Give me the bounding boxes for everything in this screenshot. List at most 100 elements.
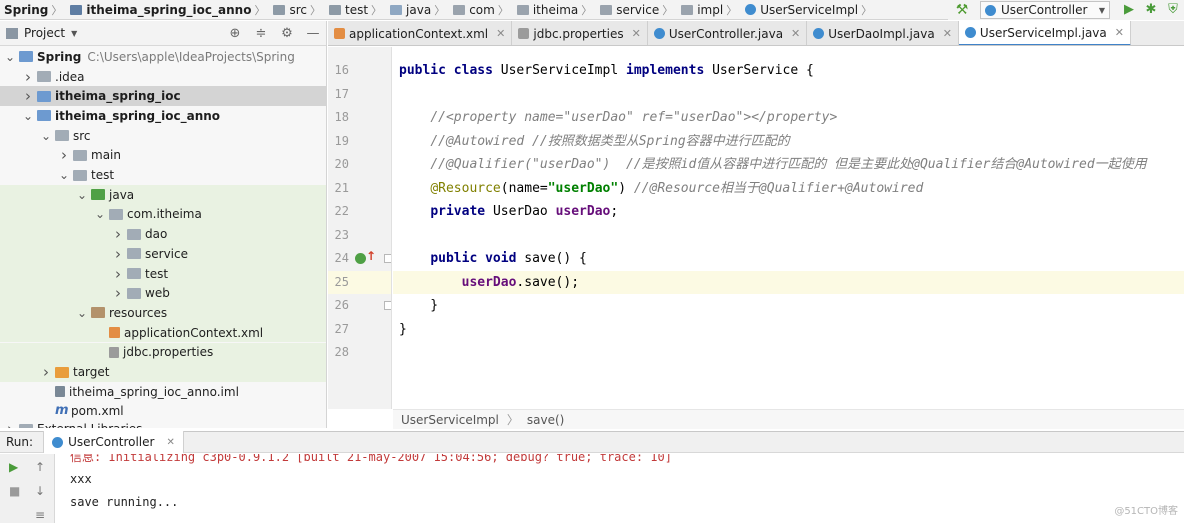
fold-icon[interactable]	[384, 301, 391, 310]
console-output[interactable]: 信息: Initializing c3p0-0.9.1.2 [built 21-…	[56, 454, 1184, 523]
code-line: userDao.save();	[393, 270, 1184, 294]
breadcrumb-item[interactable]: Spring 〉	[0, 0, 66, 19]
tree-item[interactable]: › dao	[0, 224, 326, 244]
editor-tab[interactable]: UserController.java ✕	[647, 21, 808, 45]
code-token: ;	[610, 204, 619, 219]
close-icon[interactable]: ✕	[943, 27, 952, 40]
breadcrumb-item[interactable]: src 〉	[269, 0, 325, 19]
run-configuration-dropdown[interactable]: UserController ▼	[980, 1, 1110, 19]
breadcrumb-item[interactable]: UserServiceImpl 〉	[741, 0, 876, 19]
close-icon[interactable]: ✕	[166, 437, 174, 448]
coverage-icon[interactable]: ⛨	[1162, 0, 1184, 20]
chevron-down-icon[interactable]: ⌄	[76, 307, 88, 319]
tree-item-label: pom.xml	[71, 404, 124, 419]
tree-item[interactable]: ⌄ com.itheima	[0, 204, 326, 225]
tree-item[interactable]: › itheima_spring_ioc	[0, 86, 326, 107]
fold-icon[interactable]	[384, 254, 391, 263]
editor-tab[interactable]: jdbc.properties ✕	[512, 21, 648, 45]
breadcrumb-item[interactable]: test 〉	[325, 0, 386, 19]
hide-panel-icon[interactable]: —	[300, 26, 326, 41]
breadcrumb-item[interactable]: service 〉	[596, 0, 677, 19]
tree-item[interactable]: › External Libraries	[0, 419, 326, 428]
chevron-down-icon[interactable]: ⌄	[94, 208, 106, 220]
breadcrumb-item[interactable]: itheima 〉	[513, 0, 596, 19]
build-hammer-icon[interactable]: ⚒	[954, 2, 970, 18]
stop-icon[interactable]: ■	[9, 484, 20, 498]
editor-tab[interactable]: UserDaoImpl.java ✕	[807, 21, 959, 45]
chevron-right-icon[interactable]: ›	[112, 265, 124, 283]
editor-breadcrumb: UserServiceImpl 〉 save()	[393, 409, 1184, 429]
chevron-right-icon[interactable]: ›	[22, 87, 34, 105]
breadcrumb-item[interactable]: com 〉	[449, 0, 513, 19]
editor-tabs: applicationContext.xml ✕ jdbc.properties ✕ U…	[328, 21, 1184, 46]
collapse-all-icon[interactable]: ≑	[248, 26, 274, 41]
tree-item[interactable]: ⌄ test	[0, 165, 326, 185]
code-token: @Resource	[430, 180, 501, 196]
chevron-right-icon[interactable]: ›	[112, 225, 124, 243]
tree-item-label: Spring	[37, 49, 82, 64]
run-tab[interactable]: UserController ✕	[43, 431, 184, 453]
chevron-down-icon[interactable]: ⌄	[40, 130, 52, 142]
rerun-icon[interactable]: ▶	[9, 460, 18, 474]
chevron-down-icon[interactable]: ⌄	[76, 189, 88, 201]
breadcrumb-item[interactable]: impl 〉	[677, 0, 741, 19]
locate-file-icon[interactable]: ⊕	[222, 26, 248, 41]
editor-tab-label: UserDaoImpl.java	[828, 26, 935, 41]
editor-tab[interactable]: applicationContext.xml ✕	[328, 21, 513, 45]
down-arrow-icon[interactable]: ↓	[35, 484, 45, 498]
breadcrumb-item[interactable]: itheima_spring_ioc_anno 〉	[66, 0, 269, 19]
arrow-up-icon[interactable]: ↑	[366, 249, 376, 263]
breadcrumb-label: src	[289, 2, 307, 17]
tree-item[interactable]: itheima_spring_ioc_anno.iml	[0, 382, 326, 402]
tree-item[interactable]: › test	[0, 263, 326, 284]
close-icon[interactable]: ✕	[1115, 26, 1124, 39]
chevron-right-icon[interactable]: ›	[22, 68, 34, 86]
tree-item[interactable]: › main	[0, 146, 326, 166]
tree-item[interactable]: › web	[0, 283, 326, 304]
line-number: 20	[334, 157, 349, 171]
close-icon[interactable]: ✕	[632, 27, 641, 40]
run-config-label: UserController	[1001, 3, 1088, 17]
resources-icon	[91, 307, 105, 319]
tree-item[interactable]: ⌄ java	[0, 184, 326, 205]
debug-icon[interactable]: ✱	[1140, 0, 1162, 20]
wrap-icon[interactable]: ≡	[35, 508, 45, 522]
package-icon	[127, 268, 141, 280]
chevron-right-icon[interactable]: ›	[58, 146, 70, 164]
tree-item[interactable]: › target	[0, 362, 326, 382]
tree-item[interactable]: ⌄ Spring C:\Users\apple\IdeaProjects\Sprin…	[0, 47, 326, 67]
chevron-right-icon[interactable]: ›	[4, 420, 16, 428]
editor-tab-label: applicationContext.xml	[349, 26, 489, 41]
code-editor[interactable]: public class UserServiceImpl implements …	[393, 47, 1184, 409]
line-number: 23	[334, 227, 349, 242]
chevron-right-icon[interactable]: ›	[112, 245, 124, 263]
footer-class[interactable]: UserServiceImpl	[401, 413, 499, 427]
implements-method-icon[interactable]	[355, 253, 366, 264]
tree-item[interactable]: › service	[0, 244, 326, 264]
close-icon[interactable]: ✕	[791, 27, 800, 40]
project-title[interactable]: Project	[24, 26, 65, 40]
tree-item[interactable]: jdbc.properties	[0, 342, 326, 363]
tree-item[interactable]: ⌄ resources	[0, 303, 326, 323]
tree-item[interactable]: ⌄ itheima_spring_ioc_anno	[0, 106, 326, 126]
tree-item[interactable]: ⌄ src	[0, 126, 326, 146]
chevron-down-icon[interactable]: ⌄	[4, 51, 16, 63]
breadcrumb-item[interactable]: java 〉	[386, 0, 449, 19]
chevron-down-icon[interactable]: ▼	[71, 29, 77, 38]
tree-item-label: itheima_spring_ioc_anno	[55, 108, 221, 123]
chevron-right-icon[interactable]: ›	[112, 284, 124, 302]
chevron-right-icon[interactable]: ›	[40, 363, 52, 381]
tree-item[interactable]: applicationContext.xml	[0, 322, 326, 343]
gear-icon[interactable]: ⚙	[274, 26, 300, 41]
footer-method[interactable]: save()	[527, 413, 564, 427]
editor-tab[interactable]: UserServiceImpl.java ✕	[958, 21, 1131, 45]
run-icon[interactable]: ▶	[1118, 0, 1140, 20]
close-icon[interactable]: ✕	[496, 27, 505, 40]
tree-item[interactable]: › .idea	[0, 67, 326, 87]
chevron-down-icon[interactable]: ⌄	[58, 169, 70, 181]
chevron-down-icon[interactable]: ⌄	[22, 110, 34, 122]
up-arrow-icon[interactable]: ↑	[35, 460, 45, 474]
